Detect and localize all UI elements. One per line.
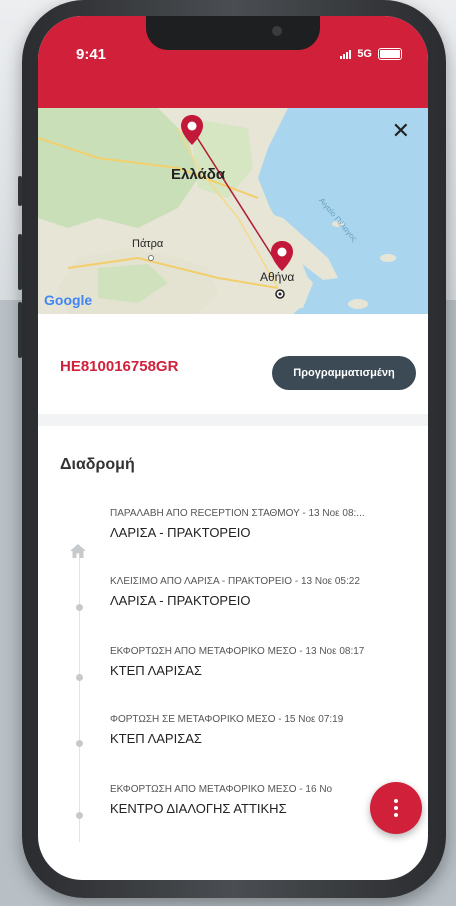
- route-title: Διαδρομή: [60, 456, 135, 473]
- origin-pin-icon[interactable]: [180, 114, 204, 146]
- event-location: ΚΤΕΠ ΛΑΡΙΣΑΣ: [110, 731, 202, 746]
- timeline-dot: [76, 812, 83, 819]
- timeline-event[interactable]: ΦΟΡΤΩΣΗ ΣΕ ΜΕΤΑΦΟΡΙΚΟ ΜΕΣΟ - 15 Νοε 07:1…: [110, 714, 420, 746]
- timeline-event[interactable]: ΕΚΦΟΡΤΩΣΗ ΑΠΟ ΜΕΤΑΦΟΡΙΚΟ ΜΕΣΟ - 16 Νο ΚΕ…: [110, 784, 360, 816]
- shipment-status-badge: Προγραμματισμένη: [272, 356, 416, 390]
- event-description: ΠΑΡΑΛΑΒΗ ΑΠΟ RECEPTION ΣΤΑΘΜΟΥ - 13 Νοε …: [110, 508, 365, 519]
- event-location: ΚΤΕΠ ΛΑΡΙΣΑΣ: [110, 663, 202, 678]
- google-attribution: Google: [44, 292, 92, 308]
- timeline-dot: [76, 740, 83, 747]
- app-screen: 9:41 5G Ελλάδα Πάτρα Αθήνα Αιγαίο Πέλαγο…: [38, 16, 428, 880]
- battery-icon: [378, 48, 402, 60]
- map-label-athens: Αθήνα: [260, 270, 295, 284]
- destination-pin-icon[interactable]: [270, 240, 294, 272]
- timeline-dot: [76, 604, 83, 611]
- mute-switch: [18, 176, 22, 206]
- timeline-line: [79, 552, 80, 842]
- section-divider: [38, 414, 428, 426]
- event-description: ΕΚΦΟΡΤΩΣΗ ΑΠΟ ΜΕΤΑΦΟΡΙΚΟ ΜΕΣΟ - 13 Νοε 0…: [110, 646, 365, 657]
- home-icon: [70, 544, 86, 558]
- google-logo: Google: [44, 292, 93, 308]
- event-description: ΦΟΡΤΩΣΗ ΣΕ ΜΕΤΑΦΟΡΙΚΟ ΜΕΣΟ - 15 Νοε 07:1…: [110, 714, 344, 725]
- event-location: ΚΕΝΤΡΟ ΔΙΑΛΟΓΗΣ ΑΤΤΙΚΗΣ: [110, 801, 287, 816]
- map-canvas: [38, 108, 396, 314]
- status-bar: 9:41 5G: [38, 16, 428, 108]
- status-time: 9:41: [76, 46, 107, 63]
- status-indicators: 5G: [340, 48, 402, 60]
- volume-up-button: [18, 234, 22, 290]
- event-description: ΚΛΕΙΣΙΜΟ ΑΠΟ ΛΑΡΙΣΑ - ΠΡΑΚΤΟΡΕΙΟ - 13 Νο…: [110, 576, 360, 587]
- event-location: ΛΑΡΙΣΑ - ΠΡΑΚΤΟΡΕΙΟ: [110, 593, 251, 608]
- timeline-event[interactable]: ΚΛΕΙΣΙΜΟ ΑΠΟ ΛΑΡΙΣΑ - ΠΡΑΚΤΟΡΕΙΟ - 13 Νο…: [110, 576, 420, 608]
- timeline-event[interactable]: ΠΑΡΑΛΑΒΗ ΑΠΟ RECEPTION ΣΤΑΘΜΟΥ - 13 Νοε …: [110, 508, 420, 540]
- volume-down-button: [18, 302, 22, 358]
- timeline-event[interactable]: ΕΚΦΟΡΤΩΣΗ ΑΠΟ ΜΕΤΑΦΟΡΙΚΟ ΜΕΣΟ - 13 Νοε 0…: [110, 646, 420, 678]
- event-location: ΛΑΡΙΣΑ - ΠΡΑΚΤΟΡΕΙΟ: [110, 525, 251, 540]
- map-label-patra: Πάτρα: [132, 238, 164, 250]
- tracking-number: HE810016758GR: [60, 358, 179, 375]
- route-map[interactable]: Ελλάδα Πάτρα Αθήνα Αιγαίο Πέλαγος ✕ Goog…: [38, 108, 428, 314]
- map-label-country: Ελλάδα: [171, 166, 226, 183]
- close-icon[interactable]: ✕: [392, 120, 410, 142]
- camera-icon: [272, 26, 282, 36]
- more-vertical-icon: [394, 799, 398, 817]
- timeline-dot: [76, 674, 83, 681]
- more-actions-button[interactable]: [370, 782, 422, 834]
- network-label: 5G: [357, 48, 372, 60]
- event-description: ΕΚΦΟΡΤΩΣΗ ΑΠΟ ΜΕΤΑΦΟΡΙΚΟ ΜΕΣΟ - 16 Νο: [110, 784, 333, 795]
- signal-icon: [340, 49, 352, 59]
- notch: [146, 16, 320, 50]
